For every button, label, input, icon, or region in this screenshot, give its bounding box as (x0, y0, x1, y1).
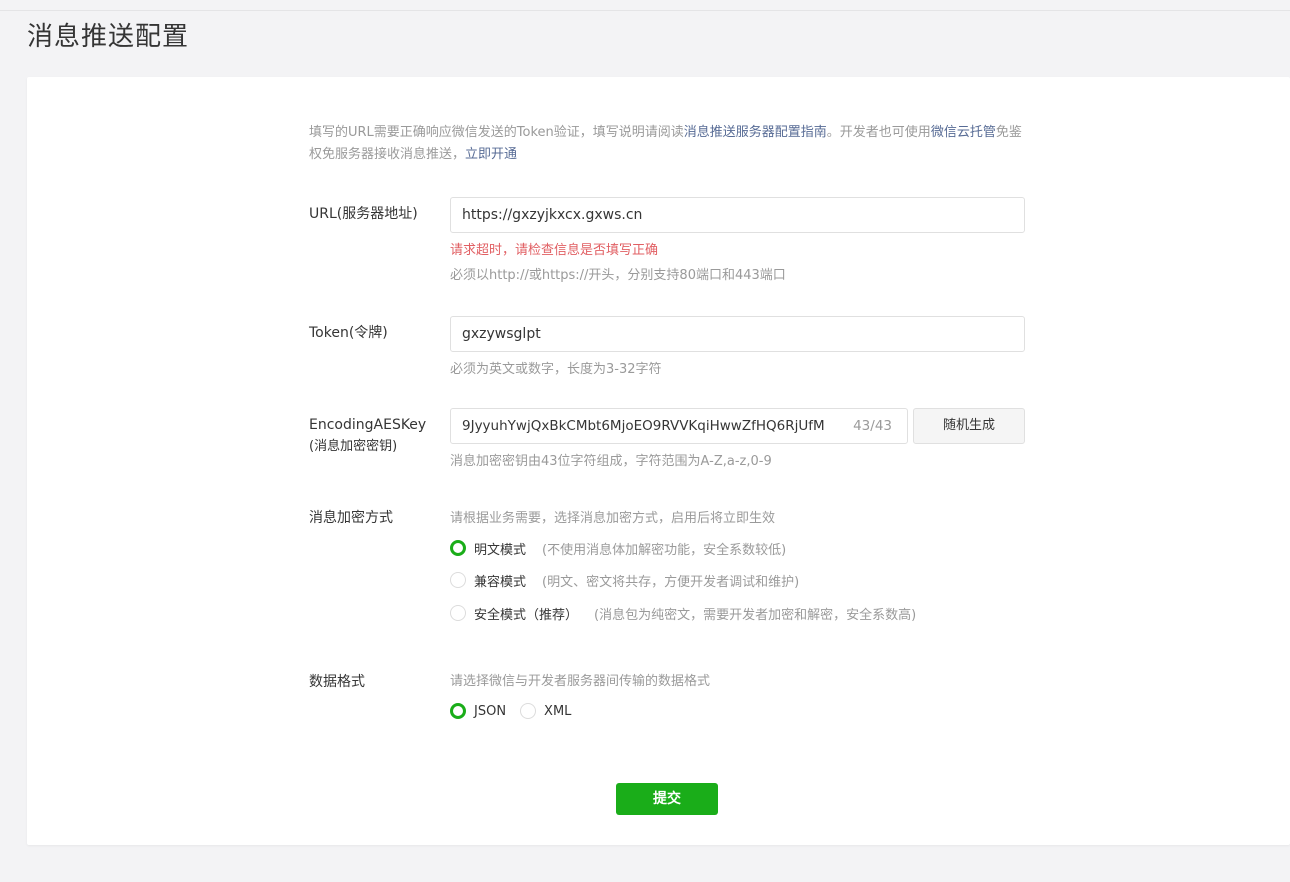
aes-key-input[interactable]: 9JyyuhYwjQxBkCMbt6MjoEO9RVVKqiHwwZfHQ6Rj… (450, 408, 908, 444)
json-label: JSON (474, 703, 507, 719)
radio-unchecked-icon (450, 605, 466, 621)
xml-label: XML (544, 703, 572, 719)
plaintext-mode-desc: (不使用消息体加解密功能，安全系数较低) (542, 542, 787, 558)
token-input[interactable]: gxzywsglpt (450, 316, 1025, 352)
radio-unchecked-icon (520, 703, 537, 719)
radio-secure-mode[interactable]: 安全模式（推荐） (消息包为纯密文，需要开发者加密和解密，安全系数高) (450, 602, 916, 624)
radio-compatible-mode[interactable]: 兼容模式 (明文、密文将共存，方便开发者调试和维护) (450, 569, 799, 591)
data-format-label: 数据格式 (309, 674, 365, 690)
top-divider (0, 10, 1290, 11)
radio-plaintext-mode[interactable]: 明文模式 (不使用消息体加解密功能，安全系数较低) (450, 537, 786, 559)
url-label: URL(服务器地址) (309, 206, 418, 222)
aes-key-label-line1: EncodingAESKey (309, 417, 427, 433)
token-label: Token(令牌) (309, 325, 388, 341)
encryption-mode-label: 消息加密方式 (309, 510, 393, 526)
radio-xml[interactable]: XML (520, 703, 571, 719)
server-config-guide-link[interactable]: 消息推送服务器配置指南 (684, 125, 827, 140)
secure-mode-desc: (消息包为纯密文，需要开发者加密和解密，安全系数高) (594, 607, 917, 623)
page-title: 消息推送配置 (27, 22, 190, 52)
aes-key-label-line2: (消息加密密钥) (309, 439, 398, 454)
radio-json[interactable]: JSON (450, 703, 506, 719)
url-input[interactable]: https://gxzyjkxcx.gxws.cn (450, 197, 1025, 233)
wechat-cloud-hosting-link[interactable]: 微信云托管 (931, 125, 996, 140)
activate-now-link[interactable]: 立即开通 (465, 147, 517, 162)
aes-key-hint: 消息加密密钥由43位字符组成，字符范围为A-Z,a-z,0-9 (450, 454, 772, 469)
radio-checked-icon (450, 703, 466, 719)
aes-key-label: EncodingAESKey (消息加密密钥) (309, 414, 426, 458)
data-format-options: JSON XML (450, 700, 571, 722)
intro-text: 填写的URL需要正确响应微信发送的Token验证，填写说明请阅读消息推送服务器配… (309, 122, 1029, 166)
radio-checked-icon (450, 540, 466, 556)
aes-key-value: 9JyyuhYwjQxBkCMbt6MjoEO9RVVKqiHwwZfHQ6Rj… (462, 418, 825, 434)
intro-part2: 。开发者也可使用 (826, 125, 931, 140)
token-hint: 必须为英文或数字，长度为3-32字符 (450, 362, 662, 377)
encryption-mode-hint: 请根据业务需要，选择消息加密方式，启用后将立即生效 (450, 511, 776, 526)
intro-part1: 填写的URL需要正确响应微信发送的Token验证，填写说明请阅读 (309, 125, 684, 140)
data-format-hint: 请选择微信与开发者服务器间传输的数据格式 (450, 674, 711, 689)
secure-mode-label: 安全模式（推荐） (474, 607, 579, 623)
aes-key-char-count: 43/43 (853, 418, 892, 434)
submit-button[interactable]: 提交 (616, 783, 718, 815)
plaintext-mode-label: 明文模式 (474, 542, 527, 558)
random-generate-button[interactable]: 随机生成 (913, 408, 1025, 444)
url-hint: 必须以http://或https://开头，分别支持80端口和443端口 (450, 268, 786, 283)
radio-unchecked-icon (450, 572, 466, 588)
url-error-message: 请求超时，请检查信息是否填写正确 (450, 243, 659, 258)
compatible-mode-desc: (明文、密文将共存，方便开发者调试和维护) (542, 574, 800, 590)
compatible-mode-label: 兼容模式 (474, 574, 527, 590)
